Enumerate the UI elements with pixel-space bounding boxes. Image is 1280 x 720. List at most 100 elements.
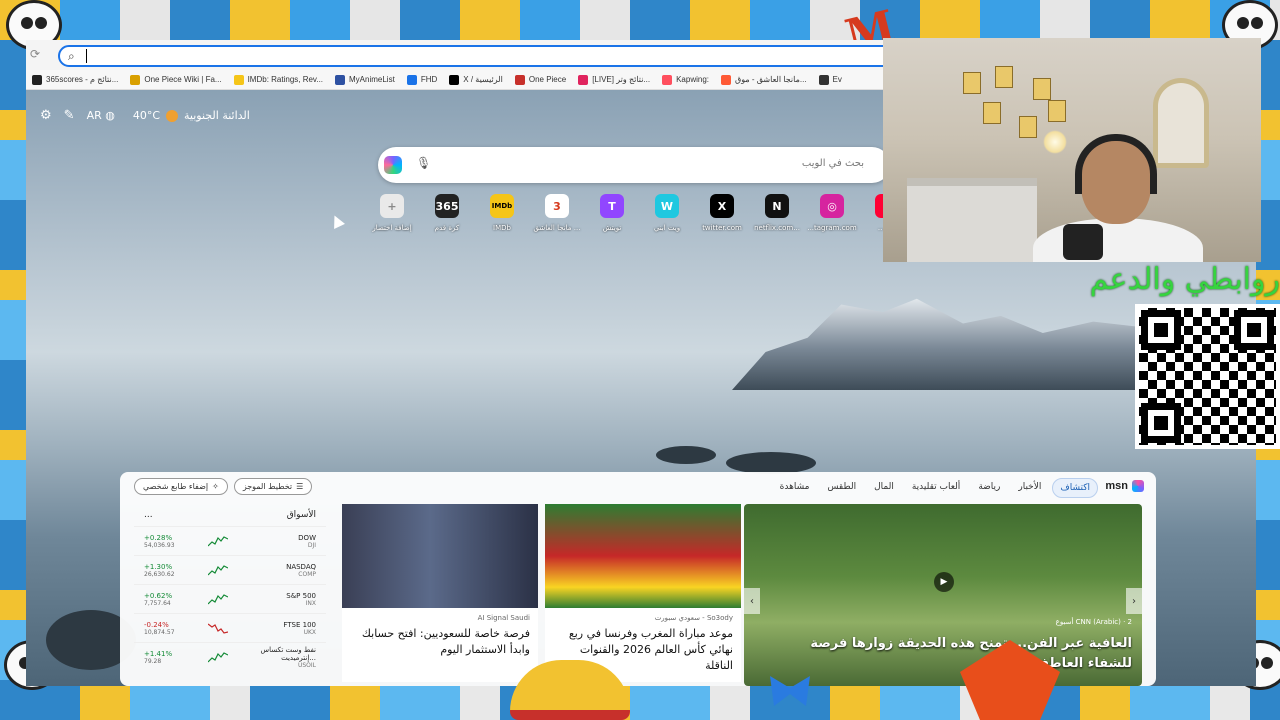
- bookmark-item[interactable]: 365scores - نتائج م...: [32, 74, 118, 85]
- market-name-block: FTSE 100 UKX: [246, 621, 316, 636]
- shortcut-label: IMDb: [493, 224, 511, 232]
- feed-category-tab[interactable]: اكتشاف: [1052, 478, 1098, 498]
- market-price: 54,036.93: [144, 541, 175, 549]
- shortcut-tile[interactable]: Nnetflix.com...: [754, 194, 800, 232]
- weather-widget[interactable]: 40°C الدائنة الجنوبية: [133, 109, 250, 122]
- feed-category-tab[interactable]: رياضة: [971, 478, 1007, 498]
- msn-brand[interactable]: msn: [1105, 480, 1144, 492]
- news-card[interactable]: So3ody - سعودي سبورت موعد مباراة المغرب …: [545, 504, 741, 682]
- markets-rows: +0.28% 54,036.93 DOW DJI +1.30% 26,630.62 NASD…: [134, 526, 326, 671]
- news-card-title: فرصة خاصة للسعوديين: افتح حسابك وابدأ ال…: [361, 627, 530, 656]
- market-name: NASDAQ: [286, 562, 316, 571]
- web-search-box[interactable]: 🎙 بحث في الويب ⌕: [378, 147, 894, 183]
- feed-categories: اكتشاف الأخبار رياضة ألعاب تقليدية المال الطق…: [773, 478, 1098, 498]
- language-button[interactable]: AR ◍: [87, 109, 115, 122]
- markets-title: الأسواق: [286, 510, 316, 520]
- copilot-icon[interactable]: [384, 156, 402, 174]
- feed-category-tab[interactable]: المال: [867, 478, 901, 498]
- shortcut-tile[interactable]: + إضافة اختصار: [372, 194, 412, 232]
- shortcut-label: netflix.com...: [754, 224, 800, 232]
- market-row[interactable]: +1.41% 79.28 نفط وست تكساس إنترميديت... USO…: [134, 642, 326, 671]
- shortcut-label: ...tagram.com: [807, 224, 857, 232]
- chevron-right-icon[interactable]: ›: [1126, 588, 1142, 614]
- hero-news-card[interactable]: ‹ › ▶ CNN (Arabic) · 2 أسبوع العافية عبر…: [744, 504, 1142, 686]
- decorative-frame-top: [0, 0, 1280, 40]
- market-exchange: DJI: [307, 541, 316, 549]
- more-options-button[interactable]: ...: [144, 510, 153, 520]
- personalize-button[interactable]: إضفاء طابع شخصي ✧: [134, 478, 228, 495]
- news-card[interactable]: AI Signal Saudi فرصة خاصة للسعوديين: افت…: [342, 504, 538, 682]
- bookmark-label: MyAnimeList: [349, 75, 395, 84]
- bookmark-item[interactable]: FHD: [406, 74, 437, 85]
- bookmark-item[interactable]: Kapwing:: [662, 74, 709, 85]
- market-name-block: DOW DJI: [246, 534, 316, 549]
- gear-icon[interactable]: ⚙: [40, 108, 52, 123]
- bookmark-item[interactable]: One Piece Wiki | Fa...: [130, 74, 222, 85]
- shortcut-label: ويت ابني: [653, 224, 681, 232]
- feed-layout-button[interactable]: تخطيط الموجز ☰: [233, 478, 313, 495]
- instagram-icon: ◎: [820, 194, 844, 218]
- bookmark-item[interactable]: [LIVE] نتائج وتر...: [578, 74, 650, 85]
- market-exchange: INX: [305, 599, 316, 607]
- shortcut-tile[interactable]: Xtwitter.com: [702, 194, 742, 232]
- shortcut-tile[interactable]: 3 مانجا العاشق ...: [534, 194, 580, 232]
- market-name: DOW: [298, 533, 316, 542]
- market-row[interactable]: +1.30% 26,630.62 NASDAQ COMP: [134, 555, 326, 584]
- favicon-icon: [721, 74, 732, 85]
- twitch-icon: T: [600, 194, 624, 218]
- feed-category-tab[interactable]: مشاهدة: [773, 478, 817, 498]
- market-name-block: S&P 500 INX: [246, 592, 316, 607]
- bookmark-label: Ev: [832, 75, 842, 84]
- qr-finder: [1141, 403, 1181, 443]
- decorative-frame-bottom: [0, 686, 1280, 720]
- bookmark-label: X / الرئيسية: [463, 75, 503, 84]
- microphone-icon[interactable]: 🎙: [416, 156, 431, 170]
- market-values: +1.41% 79.28: [144, 650, 190, 665]
- market-change: +1.30%: [144, 562, 173, 571]
- market-values: -0.24% 10,874.57: [144, 621, 190, 636]
- market-name: نفط وست تكساس إنترميديت...: [260, 645, 316, 662]
- play-icon[interactable]: ▶: [934, 572, 954, 592]
- bookmark-item[interactable]: IMDb: Ratings, Rev...: [233, 74, 323, 85]
- temperature: 40°C: [132, 109, 161, 122]
- market-row[interactable]: +0.28% 54,036.93 DOW DJI: [134, 526, 326, 555]
- market-row[interactable]: +0.62% 7,757.64 S&P 500 INX: [134, 584, 326, 613]
- shortcut-tile[interactable]: 365 كرة قدم: [429, 194, 465, 232]
- netflix-icon: N: [765, 194, 789, 218]
- bookmark-item[interactable]: Ev: [818, 74, 842, 85]
- shortcut-tile[interactable]: ◎ ...tagram.com: [807, 194, 857, 232]
- market-change: +0.62%: [144, 591, 173, 600]
- feed-category-tab[interactable]: الأخبار: [1011, 478, 1048, 498]
- pencil-icon[interactable]: ✎: [64, 108, 75, 123]
- market-price: 26,630.62: [144, 570, 175, 578]
- wall-poster: [1048, 100, 1066, 122]
- phone: [1063, 224, 1103, 260]
- manga-icon: 3: [545, 194, 569, 218]
- refresh-icon[interactable]: ⟳: [30, 47, 40, 61]
- bookmark-item[interactable]: One Piece: [514, 74, 566, 85]
- shortcut-label: كرة قدم: [434, 224, 460, 232]
- market-name: S&P 500: [286, 591, 316, 600]
- shortcut-tile[interactable]: W ويت ابني: [649, 194, 685, 232]
- shortcut-tile[interactable]: T تويتش: [594, 194, 630, 232]
- markets-widget: ... الأسواق +0.28% 54,036.93 DOW DJI +1.30% 2…: [134, 504, 326, 682]
- bookmark-item[interactable]: مانجا العاشق - موق...: [721, 74, 807, 85]
- feed-category-tab[interactable]: ألعاب تقليدية: [905, 478, 967, 498]
- language-label: AR: [86, 109, 102, 122]
- market-row[interactable]: -0.24% 10,874.57 FTSE 100 UKX: [134, 613, 326, 642]
- wall-poster: [963, 72, 981, 94]
- msn-logo-icon: [1132, 480, 1144, 492]
- shortcut-label: إضافة اختصار: [372, 224, 412, 232]
- bookmark-item[interactable]: MyAnimeList: [335, 74, 395, 85]
- favicon-icon: [578, 74, 589, 85]
- chevron-left-icon[interactable]: ‹: [744, 588, 760, 614]
- sparkle-icon: ✧: [212, 482, 219, 491]
- shortcut-tile[interactable]: IMDb IMDb: [484, 194, 520, 232]
- sun-icon: [166, 109, 179, 122]
- ntp-toolbar: ⚙ ✎ AR ◍ 40°C الدائنة الجنوبية: [40, 108, 250, 123]
- bookmark-item[interactable]: X / الرئيسية: [449, 74, 503, 85]
- feed-category-tab[interactable]: الطقس: [820, 478, 863, 498]
- background-rock: [656, 446, 716, 464]
- favicon-icon: [449, 74, 460, 85]
- person-body: [1033, 218, 1203, 262]
